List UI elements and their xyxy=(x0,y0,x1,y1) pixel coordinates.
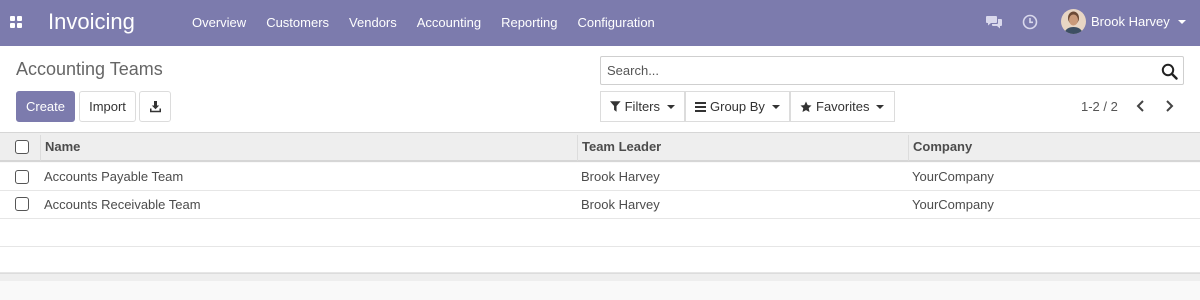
favorites-dropdown[interactable]: Favorites xyxy=(790,91,895,122)
select-all-checkbox[interactable] xyxy=(15,140,29,154)
filters-label: Filters xyxy=(624,99,660,114)
table-row[interactable]: Accounts Receivable Team Brook Harvey Yo… xyxy=(0,191,1200,219)
cell-name: Accounts Payable Team xyxy=(44,169,184,184)
page-title: Accounting Teams xyxy=(16,59,163,79)
clock-icon[interactable] xyxy=(1021,13,1039,31)
control-panel: Accounting Teams Create Import Filters G… xyxy=(0,46,1200,132)
menu-item-vendors[interactable]: Vendors xyxy=(339,0,407,46)
column-header-company[interactable]: Company xyxy=(913,133,972,161)
create-button[interactable]: Create xyxy=(16,91,75,122)
user-menu[interactable]: Brook Harvey xyxy=(1061,9,1186,34)
row-checkbox[interactable] xyxy=(15,197,29,211)
user-name: Brook Harvey xyxy=(1091,14,1170,29)
column-header-name[interactable]: Name xyxy=(45,133,80,161)
star-icon xyxy=(800,101,812,112)
chevron-right-icon[interactable] xyxy=(1161,98,1177,114)
table-footer xyxy=(0,273,1200,281)
table-row[interactable]: Accounts Payable Team Brook Harvey YourC… xyxy=(0,163,1200,191)
download-button[interactable] xyxy=(139,91,171,122)
avatar xyxy=(1061,9,1086,34)
chevron-left-icon[interactable] xyxy=(1133,98,1149,114)
menu-item-overview[interactable]: Overview xyxy=(182,0,256,46)
app-title[interactable]: Invoicing xyxy=(48,9,135,35)
main-menu: Overview Customers Vendors Accounting Re… xyxy=(182,0,665,46)
import-button[interactable]: Import xyxy=(79,91,136,122)
search-input[interactable] xyxy=(607,63,1147,78)
empty-row xyxy=(0,247,1200,273)
chevron-down-icon xyxy=(771,104,780,109)
search-box xyxy=(600,56,1184,85)
cell-name: Accounts Receivable Team xyxy=(44,197,201,212)
column-divider xyxy=(40,135,41,161)
group-by-dropdown[interactable]: Group By xyxy=(685,91,790,122)
chevron-down-icon xyxy=(876,104,885,109)
group-by-label: Group By xyxy=(710,99,765,114)
menu-item-customers[interactable]: Customers xyxy=(256,0,339,46)
cell-team-leader: Brook Harvey xyxy=(581,197,660,212)
cell-company: YourCompany xyxy=(912,169,994,184)
chevron-down-icon xyxy=(667,104,675,109)
filters-dropdown[interactable]: Filters xyxy=(600,91,685,122)
systray xyxy=(985,13,1039,31)
chevron-down-icon xyxy=(1177,19,1186,24)
row-checkbox[interactable] xyxy=(15,170,29,184)
filter-icon xyxy=(610,101,621,112)
cell-company: YourCompany xyxy=(912,197,994,212)
empty-row xyxy=(0,219,1200,247)
pager-value[interactable]: 1-2 / 2 xyxy=(1081,99,1118,114)
column-divider xyxy=(908,135,909,161)
table-header: Name Team Leader Company xyxy=(0,132,1200,162)
cell-team-leader: Brook Harvey xyxy=(581,169,660,184)
menu-item-reporting[interactable]: Reporting xyxy=(491,0,567,46)
download-icon xyxy=(149,101,161,113)
chat-icon[interactable] xyxy=(985,13,1003,31)
column-divider xyxy=(577,135,578,161)
column-header-team-leader[interactable]: Team Leader xyxy=(582,133,661,161)
menu-item-configuration[interactable]: Configuration xyxy=(567,0,664,46)
top-navbar: Invoicing Overview Customers Vendors Acc… xyxy=(0,0,1200,46)
apps-icon[interactable] xyxy=(10,16,22,28)
search-icon[interactable] xyxy=(1161,63,1178,80)
menu-item-accounting[interactable]: Accounting xyxy=(407,0,491,46)
list-icon xyxy=(695,101,706,112)
favorites-label: Favorites xyxy=(816,99,870,114)
